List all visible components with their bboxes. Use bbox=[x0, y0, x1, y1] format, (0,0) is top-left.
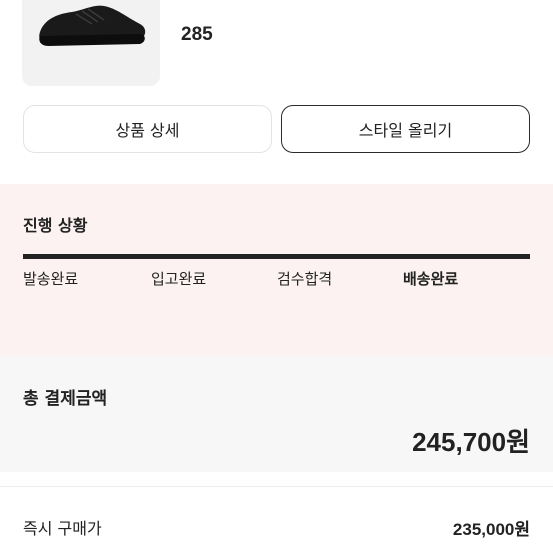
post-style-label: 스타일 올리기 bbox=[358, 121, 453, 140]
instant-price-label: 즉시 구매가 bbox=[23, 519, 102, 538]
post-style-button[interactable]: 스타일 올리기 bbox=[281, 105, 530, 153]
product-detail-button[interactable]: 상품 상세 bbox=[23, 105, 272, 153]
progress-bar bbox=[23, 254, 530, 259]
progress-section: 진행 상황 발송완료 입고완료 검수합격 배송완료 bbox=[0, 184, 553, 356]
progress-title: 진행 상황 bbox=[23, 216, 88, 235]
step-delivered: 배송완료 bbox=[403, 270, 459, 288]
shoe-image bbox=[39, 5, 146, 46]
product-summary: 285 bbox=[0, 0, 553, 88]
product-thumbnail[interactable] bbox=[22, 0, 160, 86]
step-received: 입고완료 bbox=[151, 270, 207, 288]
total-payment-label: 총 결제금액 bbox=[23, 389, 108, 409]
divider-line bbox=[0, 486, 553, 487]
total-payment-amount: 245,700원 bbox=[412, 427, 530, 457]
instant-price-amount: 235,000원 bbox=[452, 520, 530, 539]
step-inspected: 검수합격 bbox=[277, 270, 333, 288]
section-divider bbox=[0, 472, 553, 486]
product-detail-label: 상품 상세 bbox=[115, 121, 180, 140]
step-shipped: 발송완료 bbox=[23, 270, 79, 288]
product-size: 285 bbox=[181, 24, 213, 45]
total-payment-section: 총 결제금액 245,700원 bbox=[0, 356, 553, 472]
